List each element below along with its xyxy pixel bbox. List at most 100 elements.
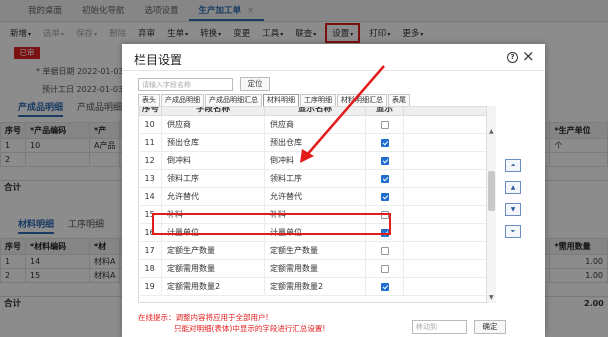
cell-show [365, 169, 404, 188]
scrollbar-thumb[interactable] [488, 171, 495, 211]
move-bottom-button[interactable]: ⏷ [505, 225, 521, 238]
locate-button[interactable]: 定位 [240, 77, 270, 91]
cell-no: 10 [139, 115, 162, 134]
tip-line-2: 只能对明细(表体)中显示的字段进行汇总设置! [174, 324, 326, 333]
show-checkbox[interactable] [380, 120, 389, 129]
cell-display[interactable]: 定额生产数量 [264, 241, 366, 260]
tab-process-detail[interactable]: 工序明细 [300, 94, 336, 106]
cell-display[interactable]: 定额需用数量 [264, 259, 366, 278]
cell-blank [403, 151, 490, 170]
show-checkbox[interactable] [380, 282, 389, 291]
column-settings-dialog: 栏目设置 ? × 定位 表头 产成品明细 产成品明细汇总 材料明细 工序明细 材… [122, 44, 545, 337]
field-table-scrollbar[interactable]: ▲ ▼ [486, 106, 496, 303]
scroll-down-icon[interactable]: ▼ [489, 294, 494, 301]
cell-display[interactable]: 允许替代 [264, 187, 366, 206]
show-checkbox[interactable] [380, 138, 389, 147]
cell-display[interactable]: 补料 [264, 205, 366, 224]
field-row[interactable]: 13 领料工序 领料工序 [139, 169, 490, 188]
scroll-up-icon[interactable]: ▲ [489, 128, 494, 135]
tab-header[interactable]: 表头 [138, 94, 160, 106]
cell-show [365, 205, 404, 224]
cell-show [365, 187, 404, 206]
dialog-title: 栏目设置 [134, 53, 183, 67]
cell-no: 11 [139, 133, 162, 152]
divider [122, 70, 545, 71]
cell-blank [403, 133, 490, 152]
cell-display[interactable]: 供应商 [264, 115, 366, 134]
show-checkbox[interactable] [380, 192, 389, 201]
cell-no: 14 [139, 187, 162, 206]
cell-blank [403, 223, 490, 242]
tab-product-detail[interactable]: 产成品明细 [161, 94, 204, 106]
field-table: 序号 字段名称 显示名称 显示 10 供应商 供应商 11 预出仓库 预出仓库 12 倒冲… [139, 107, 490, 296]
field-row[interactable]: 16 计量单位 计量单位 [139, 223, 490, 242]
cell-no: 12 [139, 151, 162, 170]
field-row[interactable]: 10 供应商 供应商 [139, 115, 490, 134]
col-header-no: 序号 [139, 107, 162, 116]
tab-product-summary[interactable]: 产成品明细汇总 [205, 94, 262, 106]
cell-field: 定额生产数量 [161, 241, 265, 260]
cell-display[interactable]: 计量单位 [264, 223, 366, 242]
col-header-blank [403, 107, 490, 116]
col-header-show: 显示 [365, 107, 404, 116]
cell-field: 倒冲料 [161, 151, 265, 170]
cell-blank [403, 187, 490, 206]
cell-show [365, 241, 404, 260]
cell-display[interactable]: 领料工序 [264, 169, 366, 188]
show-checkbox[interactable] [380, 264, 389, 273]
cell-field: 定额需用数量 [161, 259, 265, 278]
cell-blank [403, 115, 490, 134]
tab-material-summary[interactable]: 材料明细汇总 [337, 94, 387, 106]
show-checkbox[interactable] [380, 156, 389, 165]
cell-no: 18 [139, 259, 162, 278]
field-row[interactable]: 17 定额生产数量 定额生产数量 [139, 241, 490, 260]
move-down-button[interactable]: ▼ [505, 203, 521, 216]
cell-field: 供应商 [161, 115, 265, 134]
field-row[interactable]: 19 定额需用数量2 定额需用数量2 [139, 277, 490, 296]
field-row[interactable]: 18 定额需用数量 定额需用数量 [139, 259, 490, 278]
cell-field: 补料 [161, 205, 265, 224]
cell-blank [403, 169, 490, 188]
cell-field: 计量单位 [161, 223, 265, 242]
move-buttons: ⏶ ▲ ▼ ⏷ [505, 159, 521, 247]
cell-show [365, 133, 404, 152]
cell-field: 预出仓库 [161, 133, 265, 152]
move-to-input[interactable] [412, 320, 467, 334]
cell-show [365, 259, 404, 278]
cell-display[interactable]: 倒冲料 [264, 151, 366, 170]
show-checkbox[interactable] [380, 174, 389, 183]
cell-blank [403, 241, 490, 260]
cell-show [365, 151, 404, 170]
cell-show [365, 223, 404, 242]
cell-blank [403, 277, 490, 296]
dialog-tabs: 表头 产成品明细 产成品明细汇总 材料明细 工序明细 材料明细汇总 表尾 [138, 94, 411, 106]
cell-no: 13 [139, 169, 162, 188]
tab-material-detail[interactable]: 材料明细 [263, 94, 299, 106]
online-tip: 在线提示：调整内容将应用于全部用户! 只能对明细(表体)中显示的字段进行汇总设置… [138, 312, 325, 334]
cell-show [365, 277, 404, 296]
help-icon[interactable]: ? [507, 52, 518, 63]
cell-field: 领料工序 [161, 169, 265, 188]
show-checkbox[interactable] [380, 210, 389, 219]
field-search-input[interactable] [138, 78, 233, 91]
cell-display[interactable]: 定额需用数量2 [264, 277, 366, 296]
close-icon[interactable]: × [522, 47, 535, 65]
cell-no: 17 [139, 241, 162, 260]
cell-display[interactable]: 预出仓库 [264, 133, 366, 152]
move-up-button[interactable]: ▲ [505, 181, 521, 194]
ok-button[interactable]: 确定 [474, 320, 506, 334]
cell-no: 16 [139, 223, 162, 242]
field-row[interactable]: 11 预出仓库 预出仓库 [139, 133, 490, 152]
show-checkbox[interactable] [380, 228, 389, 237]
field-row[interactable]: 12 倒冲料 倒冲料 [139, 151, 490, 170]
cell-no: 19 [139, 277, 162, 296]
tab-footer[interactable]: 表尾 [388, 94, 410, 106]
col-header-display: 显示名称 [264, 107, 366, 116]
cell-blank [403, 205, 490, 224]
field-row[interactable]: 15 补料 补料 [139, 205, 490, 224]
cell-no: 15 [139, 205, 162, 224]
move-top-button[interactable]: ⏶ [505, 159, 521, 172]
col-header-field: 字段名称 [161, 107, 265, 116]
show-checkbox[interactable] [380, 246, 389, 255]
field-row[interactable]: 14 允许替代 允许替代 [139, 187, 490, 206]
